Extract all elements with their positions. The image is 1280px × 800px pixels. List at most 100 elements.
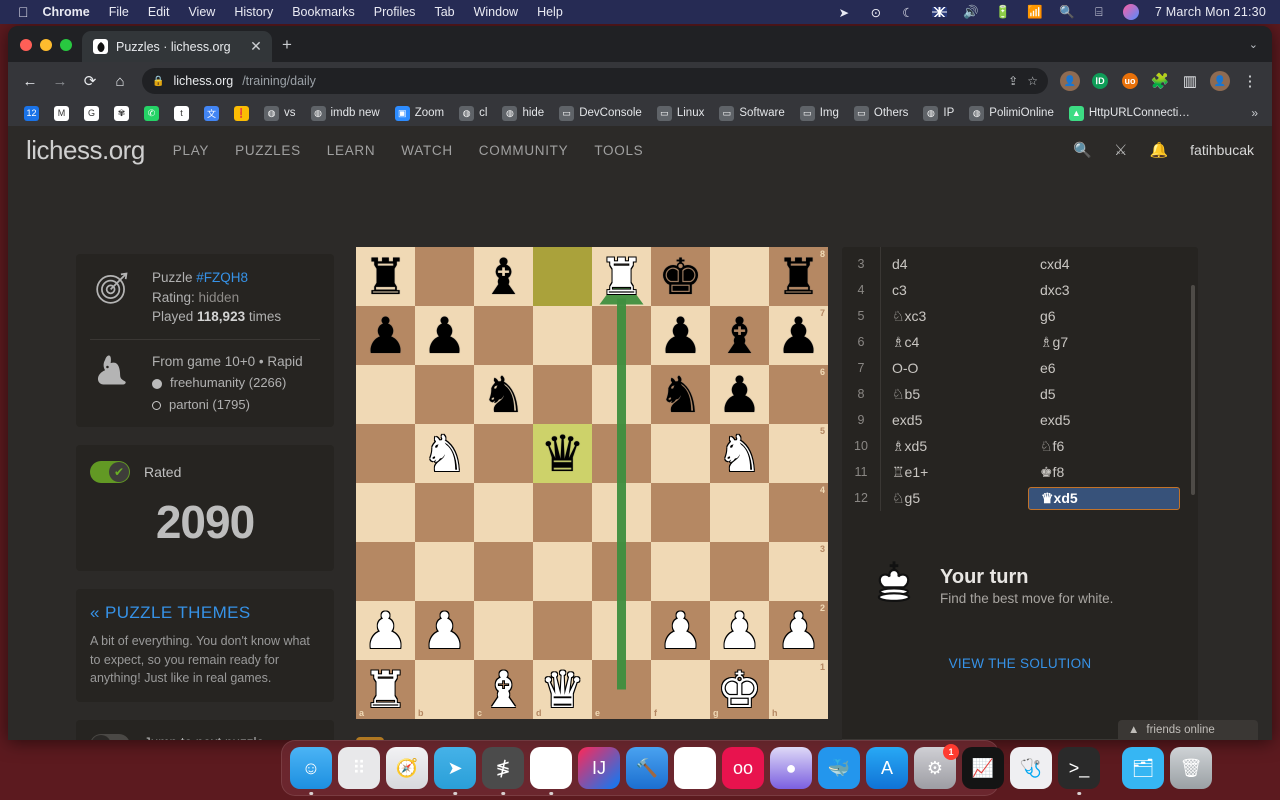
share-icon[interactable]: ⇪: [1008, 74, 1018, 88]
search-icon[interactable]: 🔍: [1073, 141, 1092, 159]
board-square-e4[interactable]: [592, 483, 651, 542]
nav-play[interactable]: PLAY: [173, 143, 209, 158]
piece-e8[interactable]: ♜: [592, 247, 651, 306]
board-square-g8[interactable]: [710, 247, 769, 306]
bookmark-item[interactable]: ▭ Software: [713, 103, 790, 124]
piece-d5[interactable]: ♛: [533, 424, 592, 483]
dock-app-finder[interactable]: ☺: [290, 747, 332, 795]
extension-green-icon[interactable]: ⅠD: [1086, 67, 1114, 95]
dock-app-sublime-text[interactable]: ≸: [482, 747, 524, 795]
chess-board[interactable]: 8 7 6 5 4 3 2 a b c d e f g 1 h ♜ ♝ ♜ ♚ ♜ ♟ ♟ ♟ ♝ ♟ ♞ ♞ ♟ ♞ ♛ ♞ ♟ ♟ ♟ ♟ ♟ ♜ ♝ ♛…: [356, 247, 828, 719]
puzzle-themes-title[interactable]: « PUZZLE THEMES: [90, 603, 320, 623]
friends-online-bar[interactable]: ▲ friends online: [1118, 720, 1258, 740]
bookmark-item[interactable]: ✆: [138, 103, 165, 124]
board-square-a4[interactable]: [356, 483, 415, 542]
menu-history[interactable]: History: [234, 5, 273, 19]
menu-help[interactable]: Help: [537, 5, 563, 19]
piece-f7[interactable]: ♟: [651, 306, 710, 365]
piece-c1[interactable]: ♝: [474, 660, 533, 719]
menu-tab[interactable]: Tab: [434, 5, 454, 19]
board-square-e7[interactable]: [592, 306, 651, 365]
bell-icon[interactable]: 🔔: [1149, 141, 1168, 159]
bookmark-item[interactable]: ◍ PolimiOnline: [963, 103, 1060, 124]
board-square-d7[interactable]: [533, 306, 592, 365]
board-square-b6[interactable]: [415, 365, 474, 424]
board-square-a5[interactable]: [356, 424, 415, 483]
menu-bookmarks[interactable]: Bookmarks: [292, 5, 355, 19]
board-square-f5[interactable]: [651, 424, 710, 483]
dock-app-launchpad[interactable]: ⠿: [338, 747, 380, 789]
lichess-logo[interactable]: lichess.org: [26, 135, 145, 166]
white-move[interactable]: exd5: [880, 412, 1028, 428]
browser-tab-lichess[interactable]: Puzzles · lichess.org ✕: [82, 31, 272, 62]
white-move[interactable]: ♗xd5: [880, 438, 1028, 455]
board-square-a3[interactable]: [356, 542, 415, 601]
flag-uk-icon[interactable]: [931, 7, 947, 17]
username-label[interactable]: fatihbucak: [1190, 142, 1254, 158]
piece-f6[interactable]: ♞: [651, 365, 710, 424]
address-bar[interactable]: 🔒 lichess.org/training/daily ⇪ ☆: [142, 68, 1048, 94]
sidepanel-icon[interactable]: ▥: [1176, 67, 1204, 95]
piece-f8[interactable]: ♚: [651, 247, 710, 306]
challenge-swords-icon[interactable]: ⚔: [1114, 141, 1127, 159]
board-square-f4[interactable]: [651, 483, 710, 542]
piece-g6[interactable]: ♟: [710, 365, 769, 424]
nav-community[interactable]: COMMUNITY: [479, 143, 569, 158]
piece-b5[interactable]: ♞: [415, 424, 474, 483]
piece-a8[interactable]: ♜: [356, 247, 415, 306]
black-move[interactable]: d5: [1028, 386, 1180, 402]
move-list[interactable]: 3 d4 cxd4 4 c3 dxc3 5 ♘xc3 g6 6 ♗c4 ♗g7 7 O-O e6 8 ♘b5 d5…: [842, 247, 1198, 511]
nav-learn[interactable]: LEARN: [327, 143, 376, 158]
volume-icon[interactable]: 🔊: [963, 4, 979, 20]
bookmark-item[interactable]: ▭ Others: [848, 103, 915, 124]
board-square-f1[interactable]: [651, 660, 710, 719]
board-square-c5[interactable]: [474, 424, 533, 483]
bookmark-item[interactable]: ◍ IP: [917, 103, 960, 124]
search-icon[interactable]: 🔍: [1059, 4, 1075, 20]
black-move[interactable]: dxc3: [1028, 282, 1180, 298]
dock-app-terminal[interactable]: >_: [1058, 747, 1100, 795]
bookmark-item[interactable]: ◍ hide: [496, 103, 550, 124]
menu-edit[interactable]: Edit: [148, 5, 170, 19]
white-move[interactable]: ♖e1+: [880, 464, 1028, 481]
move-list-scrollbar[interactable]: [1191, 285, 1195, 495]
dock-app-downloads-folder[interactable]: 🗂: [1122, 747, 1164, 789]
board-square-b4[interactable]: [415, 483, 474, 542]
piece-a7[interactable]: ♟: [356, 306, 415, 365]
board-square-d2[interactable]: [533, 601, 592, 660]
bookmark-item[interactable]: ▭ Img: [794, 103, 845, 124]
piece-g1[interactable]: ♚: [710, 660, 769, 719]
board-square-e5[interactable]: [592, 424, 651, 483]
piece-c8[interactable]: ♝: [474, 247, 533, 306]
location-icon[interactable]: ➤: [836, 4, 852, 20]
white-move[interactable]: ♘xc3: [880, 308, 1028, 325]
profile-avatar[interactable]: 👤: [1056, 67, 1084, 95]
board-square-g4[interactable]: [710, 483, 769, 542]
siri-icon[interactable]: [1122, 4, 1139, 20]
view-solution-link[interactable]: VIEW THE SOLUTION: [868, 656, 1172, 671]
board-square-e2[interactable]: [592, 601, 651, 660]
board-square-d8[interactable]: [533, 247, 592, 306]
nav-puzzles[interactable]: PUZZLES: [235, 143, 301, 158]
board-square-e1[interactable]: [592, 660, 651, 719]
board-square-c3[interactable]: [474, 542, 533, 601]
piece-g5[interactable]: ♞: [710, 424, 769, 483]
puzzle-themes-card[interactable]: « PUZZLE THEMES A bit of everything. You…: [76, 588, 334, 703]
board-square-e3[interactable]: [592, 542, 651, 601]
board-square-b8[interactable]: [415, 247, 474, 306]
black-move[interactable]: e6: [1028, 360, 1180, 376]
black-move[interactable]: cxd4: [1028, 256, 1180, 272]
bookmark-star-icon[interactable]: ☆: [1027, 74, 1038, 88]
bookmark-item[interactable]: M: [48, 103, 75, 124]
menu-file[interactable]: File: [109, 5, 129, 19]
control-center-icon[interactable]: ⌸: [1091, 4, 1107, 20]
white-move[interactable]: c3: [880, 282, 1028, 298]
chrome-menu-icon[interactable]: ⋮: [1236, 67, 1264, 95]
white-move[interactable]: d4: [880, 256, 1028, 272]
bookmark-item[interactable]: ▭ DevConsole: [553, 103, 648, 124]
menu-bar-clock[interactable]: 7 March Mon 21:30: [1155, 5, 1266, 19]
board-square-b3[interactable]: [415, 542, 474, 601]
dock-app-system-preferences[interactable]: ⚙ 1: [914, 744, 959, 789]
home-button[interactable]: ⌂: [106, 67, 134, 95]
dock-app-xcode[interactable]: 🔨: [626, 747, 668, 789]
